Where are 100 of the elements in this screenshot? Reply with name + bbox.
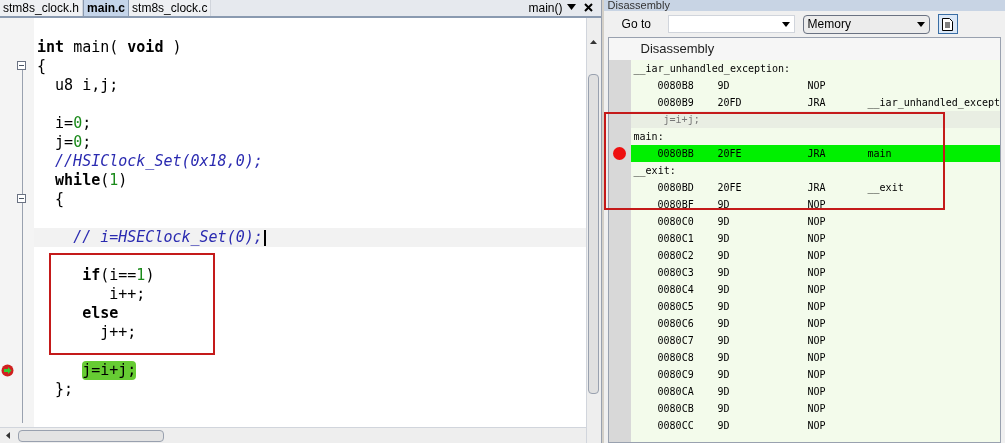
code-token: u8 i,j; [55, 76, 119, 95]
code-token: j= [55, 133, 74, 152]
file-tab[interactable]: stm8s_clock.h [0, 0, 84, 16]
code-token: while [55, 171, 101, 190]
opcode-cell-text: 9D [717, 232, 731, 246]
memory-dropdown[interactable]: Memory [802, 14, 930, 34]
code-token: j=i+j; [82, 361, 137, 380]
address-cell-text: 0080C4 [656, 283, 695, 297]
code-token: 0 [73, 114, 83, 133]
opcode-cell-text: 9D [717, 249, 731, 263]
code-token: }; [55, 380, 74, 399]
address-cell-text: 0080C3 [656, 266, 695, 280]
close-icon[interactable] [583, 3, 593, 12]
fold-toggle-icon[interactable] [17, 61, 26, 70]
scroll-up-icon[interactable] [590, 40, 598, 44]
mnemonic-cell-text: JRA [807, 96, 827, 110]
code-token: j++; [100, 323, 137, 342]
code-token: ; [82, 133, 92, 152]
code-token: int [37, 38, 65, 57]
code-token: i++; [109, 285, 146, 304]
address-cell-text: 0080C6 [656, 317, 695, 331]
code-token: if [82, 266, 101, 285]
address-cell-text: 0080CC [656, 419, 695, 433]
opcode-cell-text: 9D [717, 317, 731, 331]
code-token: else [82, 304, 119, 323]
code-token: (i== [100, 266, 137, 285]
scrollbar-thumb[interactable] [588, 74, 600, 394]
code-label: __iar_unhandled_exception: [632, 62, 791, 76]
mnemonic-cell-text: NOP [807, 249, 827, 263]
mnemonic-cell-text: NOP [807, 198, 827, 212]
opcode-cell-text: 9D [717, 266, 731, 280]
opcode-cell-text: 20FE [717, 147, 743, 161]
opcode-cell-text: 9D [717, 334, 731, 348]
dropdown-arrow-icon [781, 21, 790, 27]
vertical-scrollbar[interactable] [585, 18, 601, 443]
code-token: void [127, 38, 164, 57]
code-label: __exit: [632, 164, 676, 178]
operand-cell-text: __iar_unhandled_except [867, 96, 1000, 110]
address-cell-text: 0080C1 [656, 232, 695, 246]
mnemonic-cell-text: NOP [807, 368, 827, 382]
code-token: //HSIClock_Set(0x18,0); [55, 152, 263, 171]
operand-cell-text: __exit [867, 181, 904, 195]
code-token: ( [100, 171, 110, 190]
address-cell-text: 0080CB [656, 402, 695, 416]
address-cell-text: 0080BD [656, 181, 695, 195]
fold-toggle-icon[interactable] [17, 194, 26, 203]
mnemonic-cell-text: JRA [807, 147, 827, 161]
opcode-cell-text: 9D [717, 283, 731, 297]
panel-title: Disassembly [603, 0, 1005, 11]
scroll-left-icon[interactable] [6, 432, 10, 439]
opcode-cell-text: 20FD [717, 96, 743, 110]
mnemonic-cell-text: NOP [807, 300, 827, 314]
opcode-cell-text: 20FE [717, 181, 743, 195]
mnemonic-cell-text: NOP [807, 215, 827, 229]
column-header: Disassembly [639, 40, 715, 58]
function-dropdown[interactable]: main() [528, 0, 563, 16]
scrollbar-thumb[interactable] [18, 429, 164, 442]
code-token: i= [55, 114, 74, 133]
address-cell-text: 0080C0 [656, 215, 695, 229]
address-cell-text: 0080BB [656, 147, 695, 161]
operand-cell-text: main [867, 147, 892, 161]
address-cell-text: 0080CA [656, 385, 695, 399]
mnemonic-cell-text: NOP [807, 351, 827, 365]
file-tab[interactable]: main.c [83, 0, 130, 16]
mnemonic-cell-text: NOP [807, 419, 827, 433]
code-token: ) [118, 171, 128, 190]
code-token: 1 [136, 266, 146, 285]
code-token: main( [73, 38, 120, 57]
opcode-cell-text: 9D [717, 351, 731, 365]
opcode-cell-text: 9D [717, 385, 731, 399]
opcode-cell-text: 9D [717, 79, 731, 93]
mnemonic-cell-text: NOP [807, 402, 827, 416]
address-cell-text: 0080BF [656, 198, 695, 212]
address-cell-text: 0080C9 [656, 368, 695, 382]
mnemonic-cell-text: NOP [807, 232, 827, 246]
document-icon[interactable] [937, 14, 958, 34]
code-token: ) [172, 38, 182, 57]
dropdown-arrow-icon[interactable] [566, 4, 576, 10]
mnemonic-cell-text: NOP [807, 79, 827, 93]
file-tab[interactable]: stm8s_clock.c [129, 0, 212, 16]
mnemonic-cell-text: NOP [807, 334, 827, 348]
goto-label: Go to [621, 16, 652, 33]
mnemonic-cell-text: NOP [807, 266, 827, 280]
dropdown-arrow-icon [916, 21, 925, 27]
code-token: ; [82, 114, 92, 133]
mnemonic-cell-text: NOP [807, 385, 827, 399]
opcode-cell-text: 9D [717, 368, 731, 382]
horizontal-scrollbar[interactable] [0, 427, 586, 443]
address-cell-text: 0080C2 [656, 249, 695, 263]
source-line: j=i+j; [662, 113, 700, 127]
opcode-cell-text: 9D [717, 300, 731, 314]
address-cell-text: 0080C8 [656, 351, 695, 365]
code-token: 1 [109, 171, 119, 190]
opcode-cell-text: 9D [717, 402, 731, 416]
address-cell-text: 0080C7 [656, 334, 695, 348]
code-label: main: [632, 130, 664, 144]
opcode-cell-text: 9D [717, 419, 731, 433]
code-token: // i=HSEClock_Set(0); [73, 228, 263, 247]
code-token: ) [145, 266, 155, 285]
mnemonic-cell-text: NOP [807, 317, 827, 331]
